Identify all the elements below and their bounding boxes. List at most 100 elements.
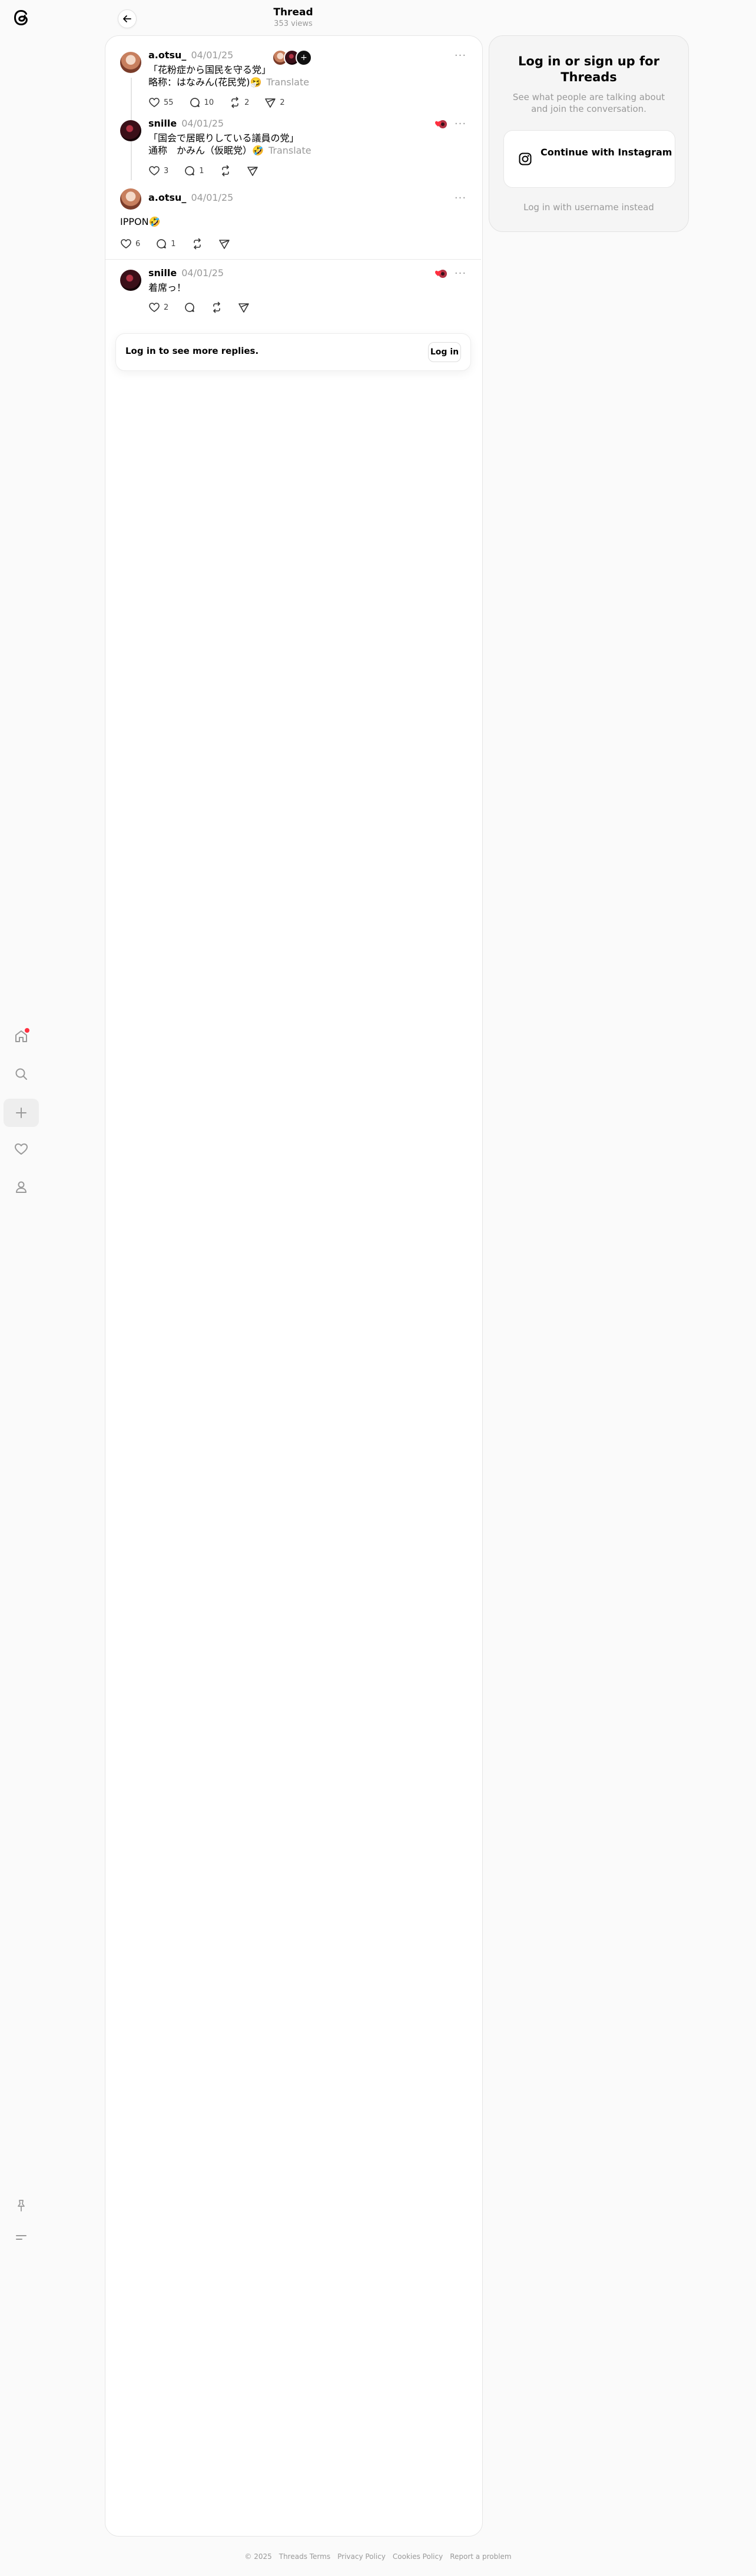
username[interactable]: a.otsu_ <box>148 192 186 203</box>
post-header: a.otsu_ 04/01/25 <box>148 49 233 61</box>
continue-with-instagram-button[interactable]: Continue with Instagram <box>503 130 675 188</box>
pin-icon <box>18 2200 25 2212</box>
nav-profile[interactable] <box>4 1173 39 1201</box>
share-icon <box>238 303 250 313</box>
like-button[interactable]: 55 <box>148 97 174 108</box>
post-date[interactable]: 04/01/25 <box>181 118 224 129</box>
threads-logo-icon[interactable] <box>9 6 33 29</box>
translate-link[interactable]: Translate <box>266 77 309 88</box>
menu-icon <box>16 2235 26 2240</box>
reply-button[interactable]: 10 <box>189 97 214 108</box>
avatar[interactable] <box>120 188 141 210</box>
comment-icon <box>157 239 167 248</box>
post-header: snille 04/01/25 <box>148 118 224 129</box>
login-panel: Log in or sign up for Threads See what p… <box>489 35 689 232</box>
like-reaction-icon <box>435 118 447 131</box>
report-problem-link[interactable]: Report a problem <box>450 2552 511 2561</box>
like-button[interactable]: 3 <box>148 165 168 177</box>
more-options-icon[interactable]: ··· <box>453 192 467 204</box>
login-prompt-bar: Log in to see more replies. Log in <box>115 333 471 371</box>
login-prompt-text: Log in to see more replies. <box>125 346 259 356</box>
post-date[interactable]: 04/01/25 <box>191 192 233 203</box>
nav-create[interactable] <box>4 1099 39 1127</box>
heart-icon <box>121 239 131 248</box>
repost-button[interactable] <box>191 238 203 250</box>
terms-link[interactable]: Threads Terms <box>279 2552 330 2561</box>
comment-icon <box>185 303 195 312</box>
post-actions: 2 <box>148 301 250 313</box>
post-header: snille 04/01/25 <box>148 267 224 279</box>
username[interactable]: a.otsu_ <box>148 49 186 61</box>
arrow-left-icon <box>123 15 131 22</box>
footer: © 2025 Threads Terms Privacy Policy Cook… <box>0 2552 756 2561</box>
repost-icon <box>231 97 238 108</box>
divider <box>105 259 481 260</box>
comment-icon <box>190 98 200 107</box>
nav-home[interactable] <box>4 1022 39 1050</box>
reply-button[interactable]: 1 <box>184 165 204 177</box>
post-actions: 6 1 <box>120 238 230 250</box>
share-icon <box>218 240 230 249</box>
avatar[interactable] <box>120 270 141 291</box>
instagram-icon <box>518 152 532 168</box>
repost-icon <box>193 238 201 250</box>
nav-menu[interactable] <box>4 2223 39 2252</box>
notification-dot <box>25 1028 29 1033</box>
heart-icon <box>149 303 160 312</box>
search-icon <box>15 1068 27 1080</box>
post-actions: 3 1 <box>148 165 258 177</box>
post-text: 「花粉症から国民を守る党」 略称：はなみん(花民党)🤧 Translate <box>148 64 310 88</box>
nav-activity[interactable] <box>4 1135 39 1163</box>
post-actions: 55 10 2 2 <box>148 97 285 108</box>
post-text: 着席っ！ <box>148 282 187 293</box>
username[interactable]: snille <box>148 267 177 279</box>
thread-card <box>105 35 483 2537</box>
heart-icon <box>15 1143 28 1155</box>
nav-search[interactable] <box>4 1060 39 1088</box>
heart-icon <box>149 166 160 175</box>
repost-icon <box>221 165 229 177</box>
reply-button[interactable] <box>184 301 195 313</box>
panel-subtitle: See what people are talking about and jo… <box>512 92 665 114</box>
login-button[interactable]: Log in <box>428 342 461 362</box>
repost-button[interactable] <box>211 301 223 313</box>
like-button[interactable]: 6 <box>120 238 140 250</box>
more-options-icon[interactable]: ··· <box>453 118 467 130</box>
back-button[interactable] <box>118 9 137 28</box>
page-title: Thread <box>273 6 313 18</box>
copyright: © 2025 <box>244 2552 272 2561</box>
post-date[interactable]: 04/01/25 <box>181 267 224 279</box>
like-button[interactable]: 2 <box>148 301 168 313</box>
like-reaction-icon <box>435 267 447 280</box>
view-count: 353 views <box>274 19 313 28</box>
post-text: 「国会で居眠りしている議員の党」 通称 かみん（仮眠党）🤣 Translate <box>148 132 311 156</box>
share-button[interactable] <box>247 165 258 177</box>
translate-link[interactable]: Translate <box>268 145 311 156</box>
repost-button[interactable]: 2 <box>229 97 249 108</box>
avatar[interactable] <box>120 120 141 141</box>
username-login-link[interactable]: Log in with username instead <box>489 202 688 213</box>
more-options-icon[interactable]: ··· <box>453 49 467 62</box>
share-button[interactable] <box>238 301 250 313</box>
plus-icon <box>16 1108 26 1118</box>
avatar[interactable] <box>120 52 141 73</box>
reply-button[interactable]: 1 <box>155 238 176 250</box>
instagram-button-label: Continue with Instagram <box>541 147 672 158</box>
profile-icon <box>16 1181 26 1193</box>
repost-icon <box>213 301 221 313</box>
comment-icon <box>185 166 195 175</box>
username[interactable]: snille <box>148 118 177 129</box>
more-options-icon[interactable]: ··· <box>453 267 467 280</box>
share-button[interactable] <box>218 238 230 250</box>
privacy-link[interactable]: Privacy Policy <box>337 2552 386 2561</box>
post-date[interactable]: 04/01/25 <box>191 49 233 61</box>
share-icon <box>265 98 276 108</box>
cookies-link[interactable]: Cookies Policy <box>393 2552 443 2561</box>
share-button[interactable]: 2 <box>264 97 285 108</box>
share-icon <box>247 167 258 176</box>
repost-button[interactable] <box>220 165 231 177</box>
nav-pin[interactable] <box>4 2192 39 2220</box>
heart-icon <box>149 98 160 107</box>
post-text: IPPON🤣 <box>120 216 161 227</box>
panel-title: Log in or sign up for Threads <box>518 54 659 84</box>
